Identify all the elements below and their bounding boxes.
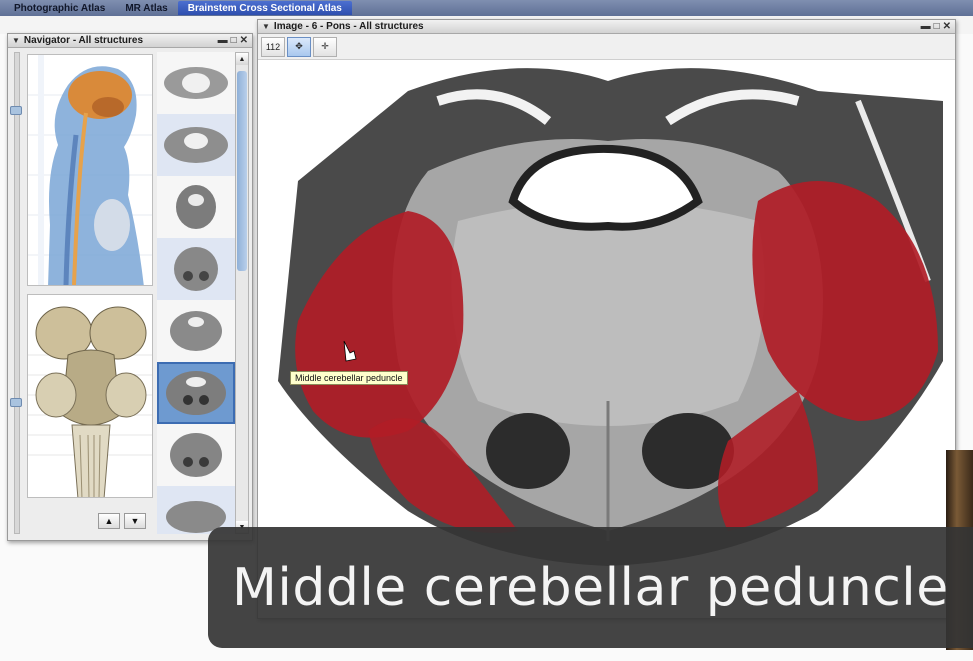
sagittal-level-slider[interactable] <box>10 106 22 115</box>
minimize-icon[interactable]: ▬ <box>921 21 931 32</box>
sagittal-overview-image[interactable] <box>27 54 153 286</box>
level-rail <box>14 52 20 534</box>
close-icon[interactable]: ✕ <box>943 21 951 32</box>
section-thumbnail-list <box>157 52 235 534</box>
coronal-level-slider[interactable] <box>10 398 22 407</box>
arrow-down-icon: ▼ <box>130 516 140 526</box>
navigator-window: ▼ Navigator - All structures ▬ □ ✕ ▲ ▼ ▲ <box>7 33 253 541</box>
arrow-up-icon: ▲ <box>104 516 114 526</box>
crosshair-icon: ✛ <box>321 41 329 51</box>
tab-photographic-atlas[interactable]: Photographic Atlas <box>4 1 115 15</box>
section-thumbnail[interactable] <box>157 238 235 300</box>
section-thumbnail[interactable] <box>157 424 235 486</box>
pan-icon: ✥ <box>295 41 303 51</box>
brainstem-overview-image[interactable] <box>27 294 153 498</box>
close-icon[interactable]: ✕ <box>240 35 248 46</box>
scrollbar-thumb[interactable] <box>237 71 247 271</box>
arrow-down-button[interactable]: ▼ <box>124 513 146 529</box>
thumbnail-scrollbar[interactable]: ▲ ▼ <box>235 52 249 534</box>
caption-text: Middle cerebellar peduncle <box>232 557 949 618</box>
navigator-title: Navigator - All structures <box>23 35 144 46</box>
tab-mr-atlas[interactable]: MR Atlas <box>115 1 177 15</box>
atlas-tab-bar: Photographic Atlas MR Atlas Brainstem Cr… <box>0 0 973 16</box>
arrow-up-button[interactable]: ▲ <box>98 513 120 529</box>
collapse-triangle-icon[interactable]: ▼ <box>262 22 270 31</box>
structure-tooltip: Middle cerebellar peduncle <box>290 371 408 385</box>
pan-tool-button[interactable]: ✥ <box>287 36 311 57</box>
navigator-title-bar[interactable]: ▼ Navigator - All structures ▬ □ ✕ <box>8 34 252 48</box>
section-thumbnail-selected[interactable] <box>157 362 235 424</box>
section-thumbnail[interactable] <box>157 114 235 176</box>
zoom-icon: 112 <box>265 41 281 52</box>
tab-brainstem-cross-sectional-atlas[interactable]: Brainstem Cross Sectional Atlas <box>177 1 352 15</box>
section-thumbnail[interactable] <box>157 176 235 238</box>
navigator-body: ▲ ▼ ▲ <box>8 48 252 540</box>
section-thumbnail[interactable] <box>157 52 235 114</box>
image-toolbar: 112 ✥ ✛ <box>258 34 955 60</box>
caption-overlay: Middle cerebellar peduncle <box>208 527 973 648</box>
section-thumbnail[interactable] <box>157 300 235 362</box>
zoom-tool-button[interactable]: 112 <box>261 36 285 57</box>
minimize-icon[interactable]: ▬ <box>218 35 228 46</box>
image-window-title: Image - 6 - Pons - All structures <box>273 21 424 32</box>
scroll-up-icon[interactable]: ▲ <box>236 53 248 65</box>
collapse-triangle-icon[interactable]: ▼ <box>12 36 20 45</box>
maximize-icon[interactable]: □ <box>934 21 940 32</box>
maximize-icon[interactable]: □ <box>231 35 237 46</box>
crosshair-tool-button[interactable]: ✛ <box>313 36 337 57</box>
image-title-bar[interactable]: ▼ Image - 6 - Pons - All structures ▬ □ … <box>258 20 955 34</box>
